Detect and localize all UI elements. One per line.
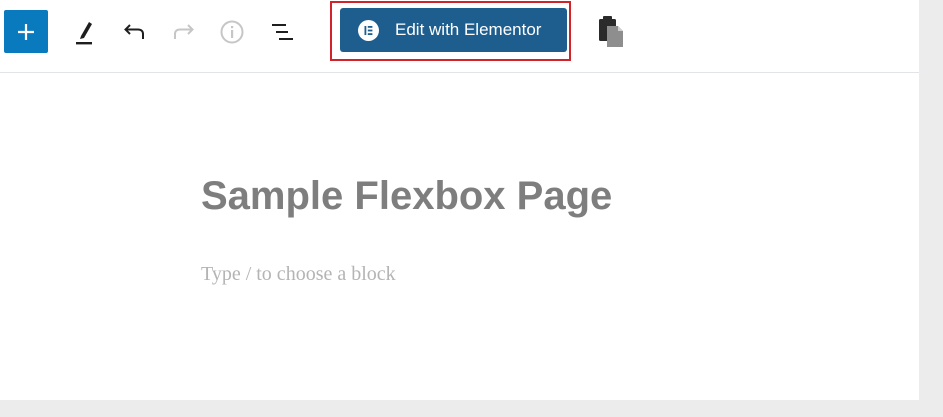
redo-icon	[174, 24, 194, 39]
add-block-button[interactable]	[4, 10, 48, 53]
info-icon	[220, 20, 244, 44]
clipboard-button[interactable]	[592, 12, 630, 50]
edit-with-elementor-label: Edit with Elementor	[395, 20, 542, 39]
details-button[interactable]	[214, 14, 250, 50]
list-view-button[interactable]	[264, 14, 300, 50]
page-title[interactable]: Sample Flexbox Page	[201, 176, 612, 216]
editor-toolbar: Edit with Elementor	[0, 0, 919, 73]
pen-icon	[76, 22, 92, 45]
editor-frame: Edit with Elementor Sample Flexbox Page …	[0, 0, 919, 400]
plus-icon	[18, 23, 34, 40]
redo-button[interactable]	[166, 14, 202, 50]
undo-icon	[124, 24, 144, 39]
block-placeholder[interactable]: Type / to choose a block	[201, 264, 396, 284]
edit-with-elementor-button[interactable]: Edit with Elementor	[340, 8, 567, 52]
list-view-icon	[272, 24, 293, 40]
undo-button[interactable]	[116, 14, 152, 50]
clipboard-icon	[599, 16, 623, 47]
elementor-logo-icon	[358, 19, 379, 41]
editor-canvas: Sample Flexbox Page Type / to choose a b…	[0, 73, 919, 400]
tools-button[interactable]	[66, 14, 102, 50]
